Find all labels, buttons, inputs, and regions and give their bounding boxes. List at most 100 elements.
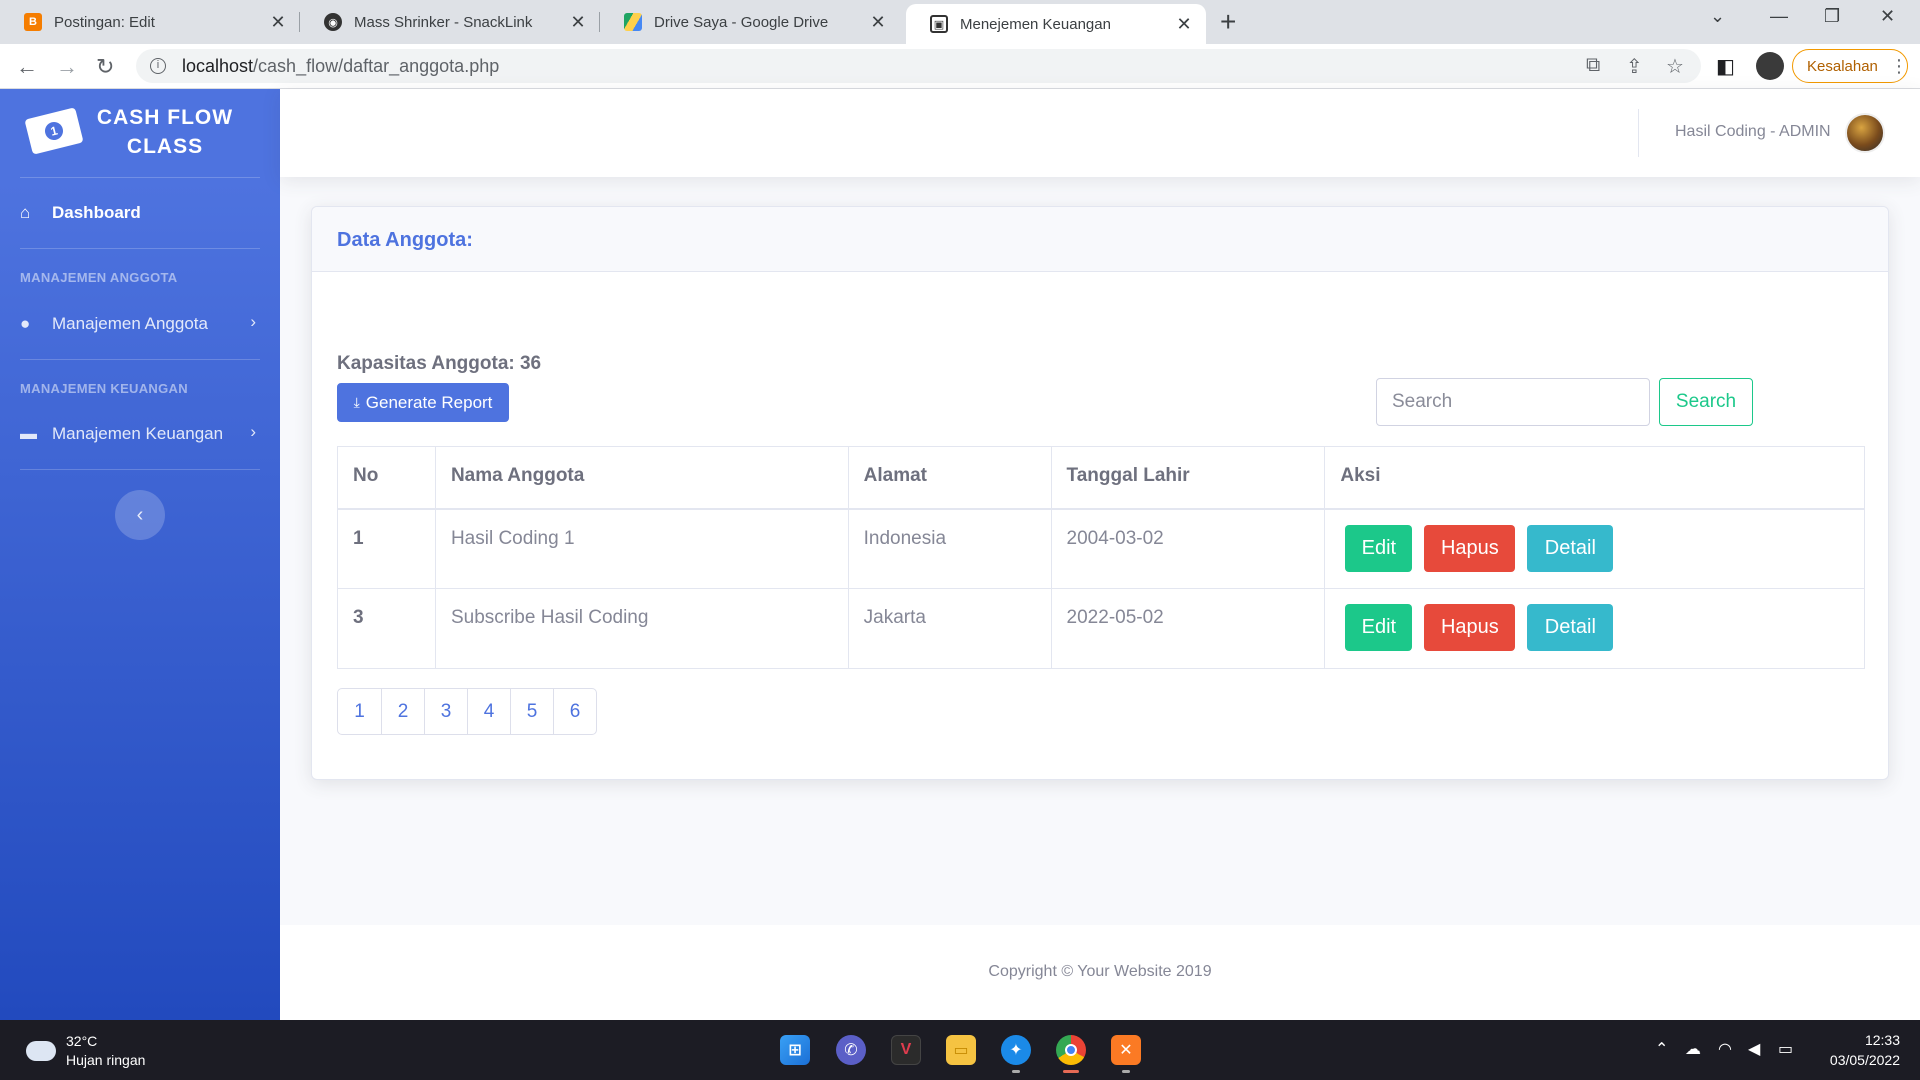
valorant-icon[interactable]: V [891, 1035, 921, 1065]
sidebar-brand[interactable]: 1 CASH FLOW CLASS [0, 89, 280, 177]
reload-icon[interactable]: ↻ [96, 54, 114, 80]
search-button[interactable]: Search [1659, 378, 1753, 426]
cell-aksi: Edit Hapus Detail [1324, 588, 1865, 669]
weather-widget[interactable]: 32°C Hujan ringan [26, 1032, 145, 1070]
page-link-3[interactable]: 3 [424, 689, 467, 734]
detail-button[interactable]: Detail [1527, 524, 1614, 572]
url-field[interactable]: i localhost/cash_flow/daftar_anggota.php [136, 49, 1701, 83]
user-avatar[interactable] [1845, 113, 1885, 153]
tab-postingan-edit[interactable]: B Postingan: Edit ✕ [0, 0, 300, 44]
page-link-2[interactable]: 2 [381, 689, 424, 734]
chrome-icon[interactable] [1056, 1035, 1086, 1065]
store-app-icon[interactable]: ✦ [1001, 1035, 1031, 1065]
page-link-1[interactable]: 1 [338, 689, 381, 734]
page-link-5[interactable]: 5 [510, 689, 553, 734]
share-icon[interactable]: ⇪ [1626, 54, 1643, 79]
battery-icon[interactable]: ▭ [1778, 1039, 1793, 1059]
user-name[interactable]: Hasil Coding - ADMIN [1675, 123, 1831, 141]
sidebar-item-label: Manajemen Anggota [52, 314, 208, 333]
cell-alamat: Indonesia [847, 508, 1052, 589]
member-table: No Nama Anggota Alamat Tanggal Lahir Aks… [337, 446, 1865, 669]
weather-condition: Hujan ringan [66, 1052, 146, 1068]
cell-aksi: Edit Hapus Detail [1324, 508, 1865, 589]
delete-button[interactable]: Hapus [1424, 604, 1516, 651]
tab-mass-shrinker[interactable]: ◉ Mass Shrinker - SnackLink ✕ [300, 0, 600, 44]
sidebar-item-label: Manajemen Keuangan [52, 424, 224, 443]
generate-report-button[interactable]: ⤓ Generate Report [337, 383, 509, 422]
teams-chat-icon[interactable]: ✆ [836, 1035, 866, 1065]
cell-tanggal: 2022-05-02 [1050, 588, 1326, 669]
sidebar-divider [20, 177, 260, 178]
money-bill-icon: 1 [24, 107, 84, 155]
card-header: Data Anggota: [312, 207, 1888, 272]
new-tab-icon[interactable]: + [1220, 6, 1236, 38]
wifi-icon[interactable]: ◠ [1718, 1039, 1732, 1059]
sidebar-heading-anggota: MANAJEMEN ANGGOTA [20, 270, 178, 285]
url-host: localhost [182, 55, 254, 76]
side-panel-icon[interactable]: ◧ [1716, 54, 1735, 79]
back-arrow-icon[interactable]: ← [16, 54, 38, 80]
generate-report-label: Generate Report [365, 392, 493, 412]
sidebar-item-manajemen-keuangan[interactable]: ▬ Manajemen Keuangan › [20, 416, 260, 452]
pagination: 1 2 3 4 5 6 [337, 688, 597, 735]
sidebar-divider [20, 469, 260, 470]
sidebar-item-manajemen-anggota[interactable]: ● Manajemen Anggota › [20, 306, 260, 342]
tab-search-chevron-icon[interactable]: ⌄ [1710, 6, 1725, 27]
show-hidden-icons-chevron-icon[interactable]: ⌃ [1655, 1039, 1668, 1059]
chevron-right-icon: › [250, 422, 256, 441]
page-link-6[interactable]: 6 [553, 689, 596, 734]
page-footer: Copyright © Your Website 2019 [280, 925, 1920, 1020]
sidebar-item-label: Dashboard [52, 203, 141, 222]
edit-button[interactable]: Edit [1345, 524, 1413, 572]
site-info-icon[interactable]: i [150, 58, 166, 74]
browser-menu-icon[interactable]: ⋮ [1890, 56, 1908, 77]
running-indicator [1012, 1070, 1020, 1073]
close-icon[interactable]: ✕ [868, 12, 888, 33]
translate-icon[interactable]: ⧉ [1586, 54, 1600, 77]
data-anggota-card: Data Anggota: Kapasitas Anggota: 36 ⤓ Ge… [311, 206, 1889, 780]
window-close-icon[interactable]: ✕ [1880, 6, 1895, 27]
capacity-text: Kapasitas Anggota: 36 [337, 353, 542, 374]
chevron-right-icon: › [250, 312, 256, 331]
page-link-4[interactable]: 4 [467, 689, 510, 734]
detail-button[interactable]: Detail [1527, 604, 1614, 651]
cloud-rain-icon [26, 1041, 56, 1061]
bookmark-star-icon[interactable]: ☆ [1666, 54, 1684, 79]
cell-nama: Subscribe Hasil Coding [434, 588, 849, 669]
column-header-aksi: Aksi [1324, 446, 1865, 510]
home-icon: ⌂ [20, 203, 31, 222]
tab-menejemen-keuangan[interactable]: ▣ Menejemen Keuangan ✕ [906, 4, 1206, 44]
restore-icon[interactable]: ❐ [1824, 6, 1840, 27]
file-explorer-icon[interactable]: ▭ [946, 1035, 976, 1065]
table-row: 3 Subscribe Hasil Coding Jakarta 2022-05… [337, 588, 1865, 669]
column-header-no: No [337, 446, 436, 510]
profile-avatar[interactable] [1756, 52, 1784, 80]
close-icon[interactable]: ✕ [268, 12, 288, 33]
google-drive-icon [624, 13, 642, 31]
temperature: 32°C [66, 1033, 98, 1049]
edit-button[interactable]: Edit [1345, 604, 1413, 651]
tab-label: Menejemen Keuangan [960, 15, 1111, 33]
windows-start-icon[interactable]: ⊞ [780, 1035, 810, 1065]
tab-google-drive[interactable]: Drive Saya - Google Drive ✕ [600, 0, 900, 44]
search-input[interactable] [1376, 378, 1650, 426]
xampp-icon[interactable]: ✕ [1111, 1035, 1141, 1065]
running-indicator [1122, 1070, 1130, 1073]
sidebar-toggle-button[interactable]: ‹ [115, 490, 165, 540]
delete-button[interactable]: Hapus [1424, 524, 1516, 572]
cell-tanggal: 2004-03-02 [1050, 508, 1326, 589]
close-icon[interactable]: ✕ [1174, 14, 1194, 35]
sidebar-item-dashboard[interactable]: ⌂ Dashboard [20, 195, 260, 231]
cell-alamat: Jakarta [847, 588, 1052, 669]
cell-no: 1 [337, 508, 436, 589]
volume-icon[interactable]: ◀ [1748, 1039, 1760, 1059]
system-clock[interactable]: 12:33 03/05/2022 [1810, 1030, 1900, 1070]
minimize-icon[interactable]: — [1770, 6, 1788, 27]
onedrive-cloud-icon[interactable]: ☁ [1685, 1039, 1701, 1059]
forward-arrow-icon[interactable]: → [56, 54, 78, 80]
column-header-tanggal: Tanggal Lahir [1050, 446, 1326, 510]
clock-date: 03/05/2022 [1829, 1052, 1900, 1068]
tab-label: Drive Saya - Google Drive [654, 13, 829, 31]
close-icon[interactable]: ✕ [568, 12, 588, 33]
snacklink-icon: ◉ [324, 13, 342, 31]
